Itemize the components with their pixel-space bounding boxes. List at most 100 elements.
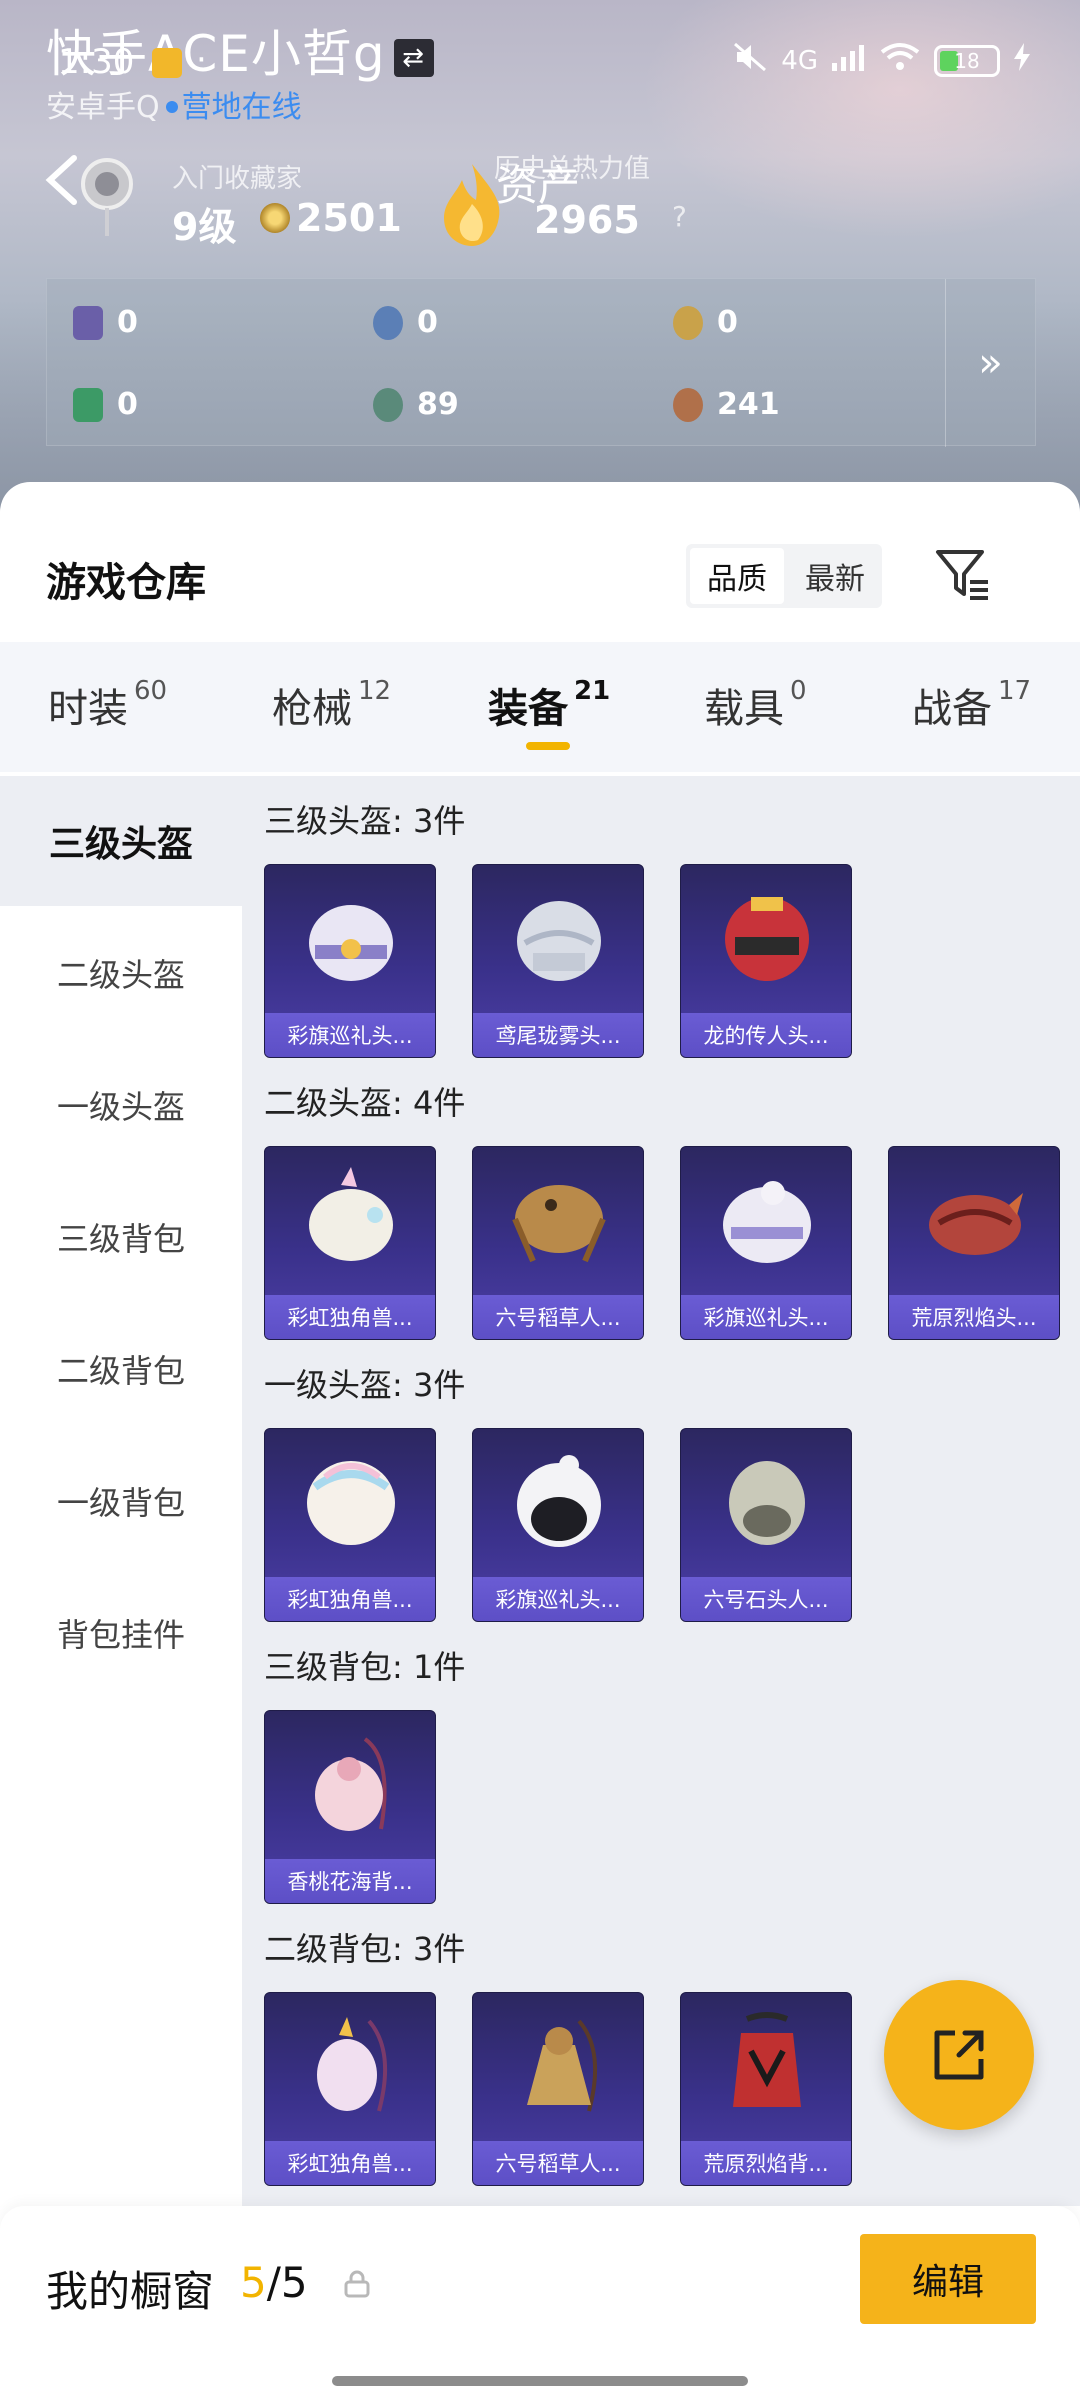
item-card[interactable]: 荒原烈焰头...: [888, 1146, 1060, 1340]
section-title: 二级背包: 3件: [264, 1930, 466, 1968]
helmet-icon: [723, 1181, 811, 1263]
tab-equipment[interactable]: 装备 21: [488, 676, 610, 734]
back-icon[interactable]: [38, 150, 88, 210]
item-name: 鸢尾珑雾头...: [473, 1013, 643, 1057]
item-card[interactable]: 六号稻草人...: [472, 1992, 644, 2186]
tab-fashion[interactable]: 时装 60: [48, 676, 167, 734]
item-card[interactable]: 龙的传人头...: [680, 864, 852, 1058]
section-title: 二级头盔: 4件: [264, 1084, 466, 1122]
item-card[interactable]: 彩旗巡礼头...: [472, 1428, 644, 1622]
stats-more-icon[interactable]: »: [945, 279, 1035, 447]
sort-quality-button[interactable]: 品质: [690, 548, 784, 604]
backpack-icon: [315, 1737, 387, 1831]
item-card[interactable]: 鸢尾珑雾头...: [472, 864, 644, 1058]
edit-button[interactable]: 编辑: [860, 2234, 1036, 2324]
item-name: 荒原烈焰背...: [681, 2141, 851, 2185]
sidebar-item-helmet-2[interactable]: 二级头盔: [0, 908, 242, 1038]
network-label: 4G: [781, 45, 818, 76]
status-time: 1:30: [58, 42, 135, 82]
profile-header: 1:30 · 4G 18 快手ACE小哲g ⇄ 安卓手Q 营地在线 入门收藏家 …: [0, 0, 1080, 520]
helmet-icon: [929, 1193, 1023, 1255]
helmet-icon: [512, 1185, 606, 1263]
share-button[interactable]: [884, 1980, 1034, 2130]
stat-bronze: 241: [673, 387, 780, 422]
sidebar-item-backpack-2[interactable]: 二级背包: [0, 1304, 242, 1434]
helmet-icon: [309, 1167, 393, 1261]
item-name: 龙的传人头...: [681, 1013, 851, 1057]
tab-supplies[interactable]: 战备 17: [912, 676, 1031, 734]
status-bar: 1:30 · 4G 18: [0, 0, 1080, 110]
tab-vehicles[interactable]: 载具 0: [704, 676, 807, 734]
helmet-icon: [729, 1461, 805, 1545]
item-card[interactable]: 荒原烈焰背...: [680, 1992, 852, 2186]
item-name: 荒原烈焰头...: [889, 1295, 1059, 1339]
section-title: 一级头盔: 3件: [264, 1366, 466, 1404]
status-dots: ·: [196, 40, 207, 80]
item-name: 彩虹独角兽...: [265, 1577, 435, 1621]
sidebar-item-helmet-1[interactable]: 一级头盔: [0, 1040, 242, 1170]
status-icons: 4G 18: [733, 42, 1030, 79]
tab-weapons[interactable]: 枪械 12: [272, 676, 391, 734]
item-name: 彩旗巡礼头...: [681, 1295, 851, 1339]
backpack-icon: [527, 2019, 598, 2112]
coin-icon: [260, 203, 290, 233]
item-name: 彩虹独角兽...: [265, 1295, 435, 1339]
asset-label: 资产: [496, 161, 581, 210]
helmet-icon: [517, 1455, 601, 1547]
mute-icon: [733, 42, 767, 79]
item-name: 彩旗巡礼头...: [265, 1013, 435, 1057]
item-card[interactable]: 彩虹独角兽...: [264, 1146, 436, 1340]
item-card[interactable]: 香桃花海背...: [264, 1710, 436, 1904]
sidebar-item-backpack-3[interactable]: 三级背包: [0, 1172, 242, 1302]
notification-icon: [152, 48, 182, 78]
item-card[interactable]: 六号石头人...: [680, 1428, 852, 1622]
helmet-icon: [725, 897, 809, 981]
helmet-icon: [309, 905, 393, 981]
green-card-icon: [73, 387, 103, 422]
section-title: 三级头盔: 3件: [264, 802, 466, 840]
signal-icon: [832, 43, 866, 78]
collector-level: 9级: [172, 205, 237, 249]
rank-title: 入门收藏家: [172, 164, 303, 194]
showcase-bar: 我的橱窗 5/5 编辑: [0, 2206, 1080, 2400]
stat-card: 0: [73, 305, 138, 340]
stat-badge: 0: [373, 305, 438, 340]
badge-icon: [373, 305, 403, 340]
item-name: 香桃花海背...: [265, 1859, 435, 1903]
filter-icon[interactable]: [934, 546, 992, 602]
item-card[interactable]: 彩虹独角兽...: [264, 1428, 436, 1622]
sidebar-item-helmet-3[interactable]: 三级头盔: [0, 776, 242, 906]
category-tabs: 时装 60 枪械 12 装备 21 载具 0 战备 17: [0, 642, 1080, 772]
wifi-icon: [880, 42, 920, 79]
section-title: 三级背包: 1件: [264, 1648, 466, 1686]
stat-orb: 89: [373, 387, 459, 422]
item-name: 六号稻草人...: [473, 2141, 643, 2185]
battery-icon: 18: [934, 44, 1000, 77]
stat-green-card: 0: [73, 387, 138, 422]
orb-icon: [373, 387, 403, 422]
sort-toggle: 品质 最新: [686, 544, 882, 608]
bronze-icon: [673, 387, 703, 422]
showcase-count: 5/5: [240, 2258, 308, 2307]
help-icon[interactable]: ?: [672, 200, 687, 233]
item-card[interactable]: 彩虹独角兽...: [264, 1992, 436, 2186]
helmet-icon: [307, 1461, 395, 1545]
card-icon: [73, 305, 103, 340]
helmet-icon: [517, 901, 601, 981]
item-name: 六号石头人...: [681, 1577, 851, 1621]
stat-medal: 0: [673, 305, 738, 340]
showcase-label: 我的橱窗: [46, 2267, 215, 2316]
item-name: 彩虹独角兽...: [265, 2141, 435, 2185]
coin-balance: 2501: [260, 196, 402, 240]
item-card[interactable]: 彩旗巡礼头...: [264, 864, 436, 1058]
sidebar-item-backpack-1[interactable]: 一级背包: [0, 1436, 242, 1566]
home-indicator[interactable]: [332, 2376, 748, 2386]
sort-latest-button[interactable]: 最新: [788, 544, 882, 608]
share-icon: [934, 2030, 984, 2080]
item-card[interactable]: 彩旗巡礼头...: [680, 1146, 852, 1340]
sidebar-item-pendant[interactable]: 背包挂件: [0, 1568, 242, 1698]
charging-icon: [1014, 43, 1030, 78]
warehouse-title: 游戏仓库: [46, 560, 206, 606]
stats-panel[interactable]: 0 0 0 0 89 241 »: [46, 278, 1036, 447]
item-card[interactable]: 六号稻草人...: [472, 1146, 644, 1340]
